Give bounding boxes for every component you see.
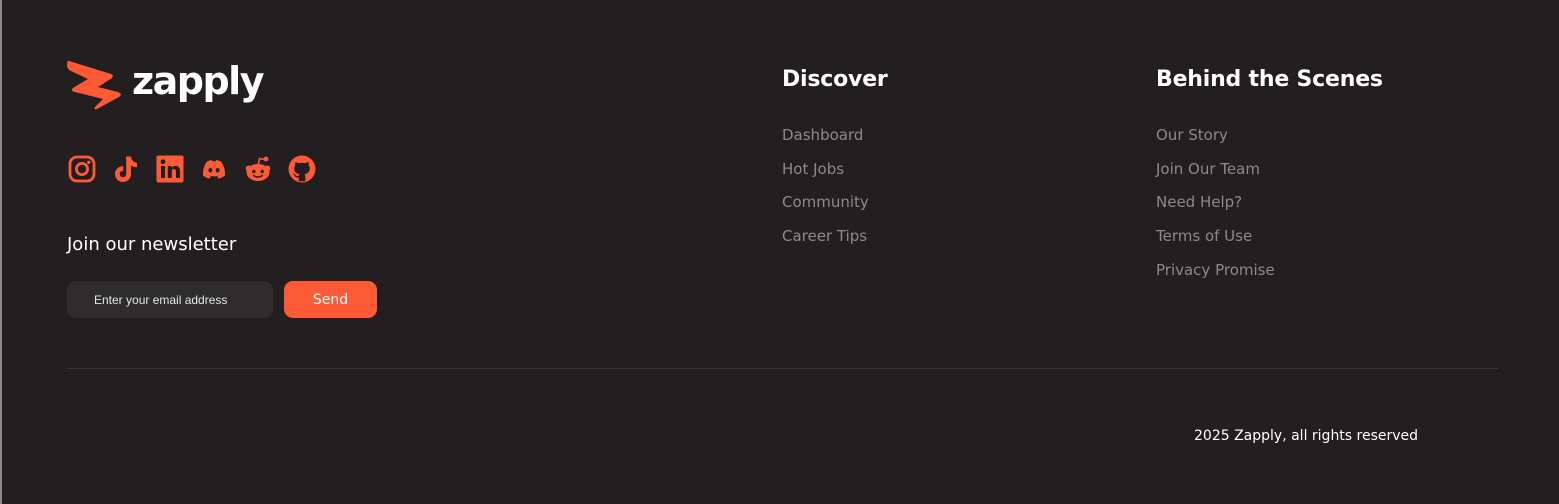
dashboard-link[interactable]: Dashboard <box>782 126 863 144</box>
discover-title: Discover <box>782 67 888 92</box>
list-item: Community <box>782 185 888 219</box>
list-item: Need Help? <box>1156 185 1383 219</box>
need-help-link[interactable]: Need Help? <box>1156 193 1242 211</box>
tiktok-icon <box>115 156 137 182</box>
list-item: Terms of Use <box>1156 219 1383 253</box>
join-our-team-link[interactable]: Join Our Team <box>1156 160 1260 178</box>
newsletter-title: Join our newsletter <box>67 234 237 255</box>
list-item: Hot Jobs <box>782 152 888 186</box>
github-link[interactable] <box>287 154 317 184</box>
reddit-link[interactable] <box>243 154 273 184</box>
instagram-link[interactable] <box>67 154 97 184</box>
discord-link[interactable] <box>199 154 229 184</box>
copyright-text: 2025 Zapply, all rights reserved <box>1194 428 1419 444</box>
brand-name: zapply <box>132 59 264 103</box>
send-button[interactable]: Send <box>284 281 377 318</box>
behind-the-scenes-links: Our Story Join Our Team Need Help? Terms… <box>1156 118 1383 286</box>
list-item: Our Story <box>1156 118 1383 152</box>
privacy-promise-link[interactable]: Privacy Promise <box>1156 261 1275 279</box>
discover-column: Discover Dashboard Hot Jobs Community Ca… <box>782 64 888 253</box>
zapply-logo-mark-icon <box>67 60 121 110</box>
list-item: Privacy Promise <box>1156 253 1383 287</box>
list-item: Join Our Team <box>1156 152 1383 186</box>
email-input[interactable] <box>67 281 273 318</box>
our-story-link[interactable]: Our Story <box>1156 126 1228 144</box>
instagram-icon <box>68 155 96 183</box>
tiktok-link[interactable] <box>111 154 141 184</box>
list-item: Dashboard <box>782 118 888 152</box>
terms-of-use-link[interactable]: Terms of Use <box>1156 227 1252 245</box>
behind-the-scenes-title: Behind the Scenes <box>1156 67 1383 92</box>
social-links <box>67 154 317 184</box>
behind-the-scenes-column: Behind the Scenes Our Story Join Our Tea… <box>1156 64 1383 286</box>
hot-jobs-link[interactable]: Hot Jobs <box>782 160 844 178</box>
site-footer: zapply Join our newsletter Enter your em… <box>0 0 1559 504</box>
list-item: Career Tips <box>782 219 888 253</box>
discord-icon <box>203 160 225 179</box>
brand-logo[interactable]: zapply <box>67 59 264 110</box>
reddit-icon <box>245 156 271 181</box>
linkedin-link[interactable] <box>155 154 185 184</box>
career-tips-link[interactable]: Career Tips <box>782 227 867 245</box>
linkedin-icon <box>156 155 184 183</box>
community-link[interactable]: Community <box>782 193 869 211</box>
footer-divider <box>67 368 1498 369</box>
github-icon <box>288 155 316 183</box>
discover-links: Dashboard Hot Jobs Community Career Tips <box>782 118 888 253</box>
